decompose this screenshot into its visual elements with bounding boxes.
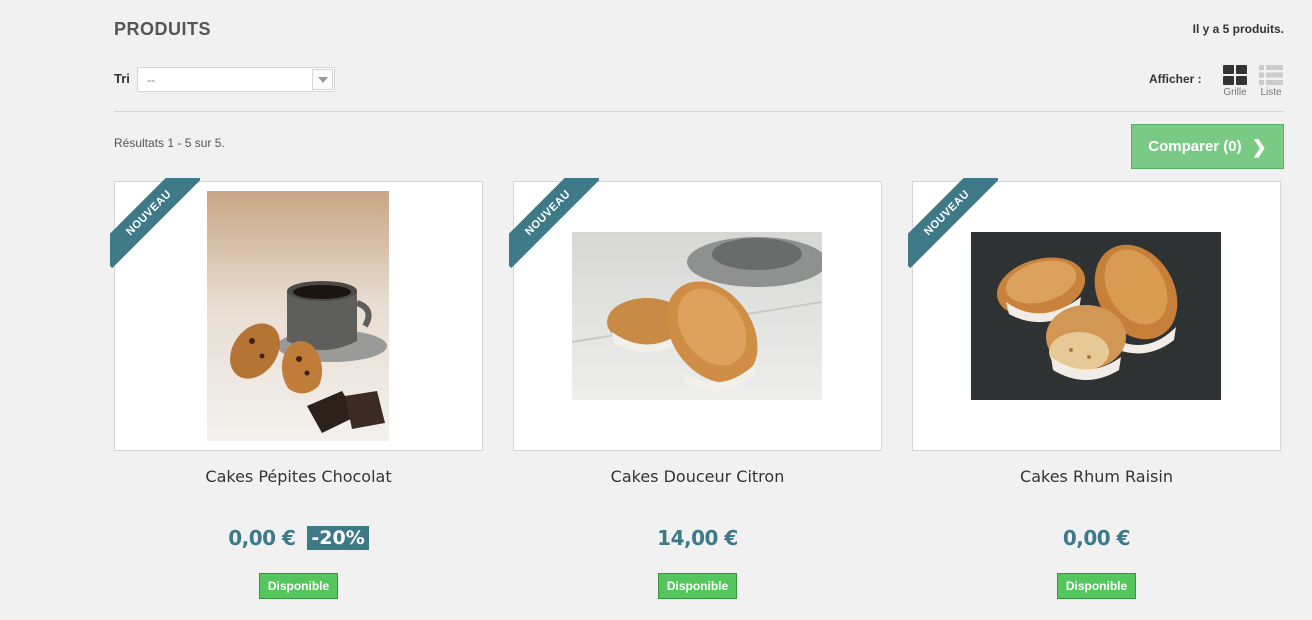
compare-button[interactable]: Comparer (0) ❯ [1131, 124, 1284, 169]
compare-label: Comparer (0) [1148, 138, 1242, 155]
product-image-link[interactable]: NOUVEAU [908, 178, 1281, 451]
product-count: Il y a 5 produits. [1192, 22, 1284, 36]
new-ribbon: NOUVEAU [908, 178, 998, 268]
product-price: 0,00 € [228, 526, 296, 550]
view-grid-button[interactable]: Grille [1220, 65, 1250, 98]
list-icon [1259, 65, 1283, 85]
new-badge: NOUVEAU [509, 178, 599, 268]
price-row: 0,00 € [912, 526, 1281, 550]
product-price: 0,00 € [1062, 526, 1131, 550]
product-card: NOUVEAU Cakes Rhum Raisin 0,00 € Disponi… [908, 178, 1281, 599]
results-count: Résultats 1 - 5 sur 5. [114, 136, 225, 150]
product-name[interactable]: Cakes Rhum Raisin [912, 467, 1281, 486]
sort-select[interactable]: -- [137, 67, 335, 92]
new-ribbon: NOUVEAU [509, 178, 599, 268]
product-price: 14,00 € [657, 526, 738, 550]
product-image-link[interactable]: NOUVEAU [509, 178, 882, 451]
price-row: 0,00 € -20% [114, 526, 483, 550]
availability-badge: Disponible [258, 573, 339, 599]
discount-badge: -20% [307, 526, 369, 550]
sort-selected-value: -- [147, 73, 155, 87]
product-image [207, 191, 389, 441]
new-badge: NOUVEAU [110, 178, 200, 268]
product-image [971, 232, 1221, 400]
product-image [572, 232, 822, 400]
availability-badge: Disponible [1056, 573, 1137, 599]
page-title: PRODUITS [114, 19, 212, 39]
view-list-button[interactable]: Liste [1256, 65, 1286, 98]
price-row: 14,00 € [513, 526, 882, 550]
product-name[interactable]: Cakes Douceur Citron [513, 467, 882, 486]
view-label: Afficher : [1149, 72, 1202, 86]
chevron-right-icon: ❯ [1251, 136, 1267, 157]
product-image-link[interactable]: NOUVEAU [110, 178, 483, 451]
divider [114, 111, 1284, 112]
view-list-label: Liste [1260, 87, 1282, 98]
grid-icon [1223, 65, 1247, 85]
sort-label: Tri [114, 71, 130, 86]
product-card: NOUVEAU Cakes Pépites Chocolat 0,00 € -2… [110, 178, 483, 599]
new-ribbon: NOUVEAU [110, 178, 200, 268]
new-badge: NOUVEAU [908, 178, 998, 268]
product-card: NOUVEAU Cakes Douceur Citron 14,00 € Dis… [509, 178, 882, 599]
product-name[interactable]: Cakes Pépites Chocolat [114, 467, 483, 486]
availability-badge: Disponible [657, 573, 738, 599]
view-grid-label: Grille [1223, 87, 1247, 98]
chevron-down-icon[interactable] [312, 69, 333, 90]
